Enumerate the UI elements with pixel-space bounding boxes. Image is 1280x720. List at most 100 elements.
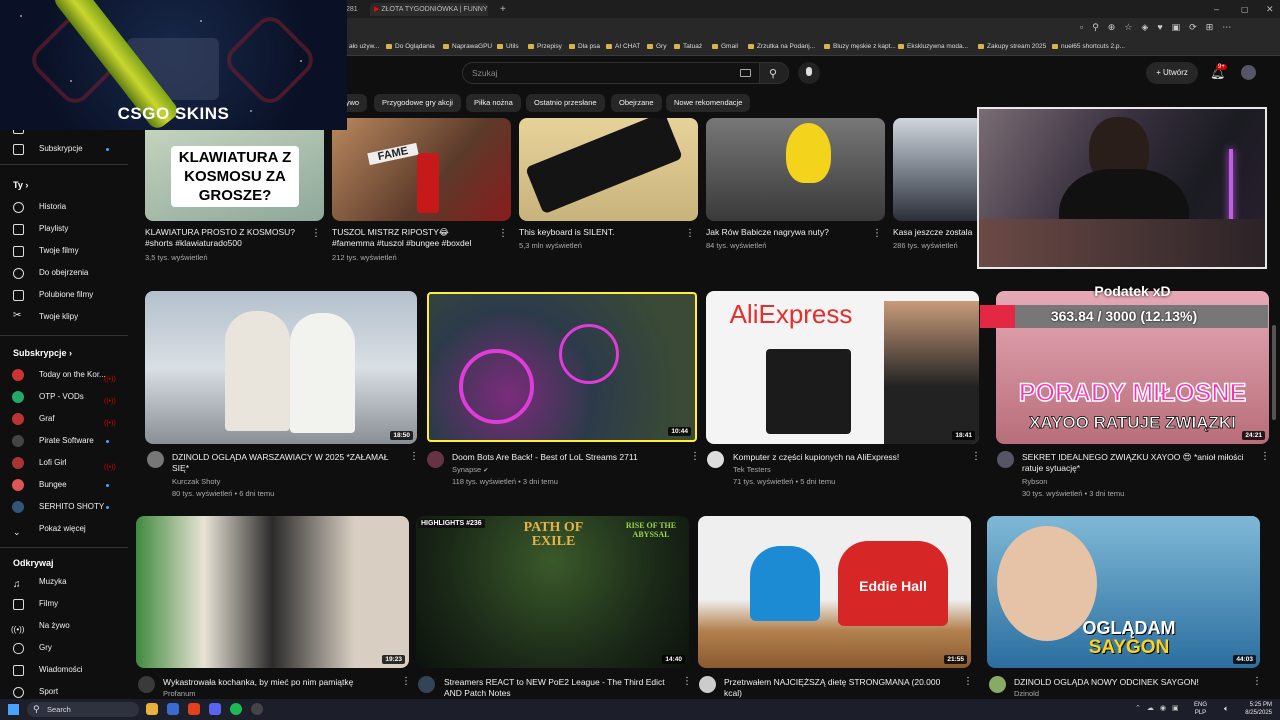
video-title[interactable]: Doom Bots Are Back! - Best of LoL Stream… [452, 452, 680, 463]
bookmark[interactable]: NaprawaGPU [443, 43, 492, 50]
more-options-icon[interactable]: ⋮ [311, 229, 321, 239]
sidebar-item-watch-later[interactable]: Do obejrzenia [0, 263, 128, 283]
system-tray-icons[interactable]: ⌃☁◉▣ [1135, 704, 1185, 712]
microphone-button[interactable] [798, 62, 820, 84]
more-options-icon[interactable]: ⋮ [1260, 452, 1270, 462]
channel-avatar[interactable] [418, 676, 435, 693]
video-title[interactable]: DZINOLD OGLĄDA WARSZAWIACY W 2025 *ZAŁAM… [172, 452, 400, 474]
windows-start-icon[interactable] [8, 704, 19, 715]
video-title[interactable]: SEKRET IDEALNEGO ZWIĄZKU XAYOO 😍 *anioł … [1022, 452, 1250, 474]
taskbar-search[interactable]: ⚲ Search [27, 702, 139, 717]
channel-name[interactable]: Dzinold [1014, 688, 1039, 699]
extension-icons[interactable]: ▫⚲⊕☆◈♥▣⟳⊞⋯ [1080, 22, 1280, 36]
keyboard-icon[interactable] [740, 69, 751, 77]
obs-icon[interactable] [251, 703, 263, 715]
bookmark[interactable]: Ekskluzywna moda... [898, 43, 968, 50]
sidebar-item-news[interactable]: Wiadomości [0, 660, 128, 680]
bookmark[interactable]: Gry [647, 43, 666, 50]
video-title[interactable]: Przetrwałem NAJCIĘŻSZĄ dietę STRONGMANA … [724, 677, 952, 699]
bookmark[interactable]: Przepisy [528, 43, 562, 50]
sidebar-item-history[interactable]: Historia [0, 197, 128, 217]
sidebar-channel[interactable]: Graf ((•)) [0, 409, 128, 429]
video-thumbnail[interactable]: AliExpress 18:41 [706, 291, 979, 444]
sidebar-item-subscriptions[interactable]: Subskrypcje [0, 139, 128, 159]
more-options-icon[interactable]: ⋮ [963, 677, 973, 687]
channel-avatar[interactable] [997, 451, 1014, 468]
discord-icon[interactable] [209, 703, 221, 715]
new-tab-button[interactable]: + [496, 3, 510, 16]
channel-avatar[interactable] [989, 676, 1006, 693]
bookmark[interactable]: nuel65 shortcuts 2.p... [1052, 43, 1125, 50]
avatar[interactable] [1241, 65, 1256, 80]
sidebar-channel[interactable]: Pirate Software [0, 431, 128, 451]
short-thumbnail[interactable] [706, 118, 885, 221]
video-thumbnail[interactable]: HIGHLIGHTS #236 PATH OF EXILE RISE OF TH… [416, 516, 689, 668]
video-title[interactable]: Streamers REACT to NEW PoE2 League - The… [444, 677, 672, 699]
sidebar-item-playlists[interactable]: Playlisty [0, 219, 128, 239]
channel-avatar[interactable] [147, 451, 164, 468]
more-options-icon[interactable]: ⋮ [971, 452, 981, 462]
bookmark[interactable]: Zrzutka na Podanj... [748, 43, 815, 50]
video-title[interactable]: DZINOLD OGLĄDA NOWY ODCINEK SAYGON! [1014, 677, 1242, 688]
more-options-icon[interactable]: ⋮ [498, 229, 508, 239]
video-title[interactable]: Komputer z części kupionych na AliExpres… [733, 452, 961, 463]
video-thumbnail[interactable]: Eddie Hall 21:55 [698, 516, 971, 668]
channel-name[interactable]: Rybson [1022, 476, 1047, 488]
short-title[interactable]: Jak Rów Babicze nagrywa nuty? [706, 227, 866, 238]
video-thumbnail[interactable]: 18:50 [145, 291, 417, 444]
channel-name[interactable]: Tek Testers [733, 464, 771, 476]
channel-avatar[interactable] [699, 676, 716, 693]
channel-avatar[interactable] [707, 451, 724, 468]
sidebar-item-movies[interactable]: Filmy [0, 594, 128, 614]
video-thumbnail[interactable]: 19:23 [136, 516, 409, 668]
sidebar-item-your-clips[interactable]: ✂ Twoje klipy [0, 307, 128, 327]
scrollbar-thumb[interactable] [1272, 325, 1276, 420]
sidebar-item-music[interactable]: ♫ Muzyka [0, 572, 128, 592]
bookmark[interactable]: Dla psa [569, 43, 600, 50]
sidebar-item-gaming[interactable]: Gry [0, 638, 128, 658]
chip[interactable]: Nowe rekomendacje [666, 94, 751, 112]
short-thumbnail[interactable]: KLAWIATURA Z KOSMOSU ZA GROSZE? [145, 118, 324, 221]
sidebar-item-your-videos[interactable]: Twoje filmy [0, 241, 128, 261]
minimize-icon[interactable]: – [1210, 3, 1223, 16]
short-title[interactable]: KLAWIATURA PROSTO Z KOSMOSU? #shorts #kl… [145, 227, 305, 249]
spotify-icon[interactable] [230, 703, 242, 715]
brave-browser-icon[interactable] [188, 703, 200, 715]
sidebar-channel[interactable]: Lofi Girl ((•)) [0, 453, 128, 473]
video-thumbnail[interactable]: 10:44 [427, 292, 697, 442]
short-thumbnail[interactable] [893, 118, 983, 221]
more-options-icon[interactable]: ⋮ [685, 229, 695, 239]
file-explorer-icon[interactable] [146, 703, 158, 715]
video-title[interactable]: Wykastrowała kochanka, by mieć po nim pa… [163, 677, 391, 688]
bookmark[interactable]: Do Oglądania [386, 43, 435, 50]
language-indicator[interactable]: ENG PLP [1194, 701, 1207, 717]
bookmark[interactable]: Zakupy stream 2025 [978, 43, 1046, 50]
channel-name[interactable]: Profanum [163, 688, 196, 699]
bookmark[interactable]: Bluzy męskie z kapt... [824, 43, 896, 50]
store-icon[interactable] [167, 703, 179, 715]
video-thumbnail[interactable]: OGLĄDAM SAYGON 44:03 [987, 516, 1260, 668]
more-options-icon[interactable]: ⋮ [1252, 677, 1262, 687]
sidebar-item-live[interactable]: ((•)) Na żywo [0, 616, 128, 636]
chip[interactable]: Piłka nożna [466, 94, 521, 112]
bookmark[interactable]: Gmail [712, 43, 738, 50]
chip[interactable]: Przygodowe gry akcji [374, 94, 461, 112]
clock[interactable]: 5:25 PM 8/25/2025 [1236, 701, 1272, 717]
channel-avatar[interactable] [427, 451, 444, 468]
short-thumbnail[interactable] [519, 118, 698, 221]
sidebar-item-liked-videos[interactable]: Polubione filmy [0, 285, 128, 305]
short-thumbnail[interactable]: FAME [332, 118, 511, 221]
more-options-icon[interactable]: ⋮ [401, 677, 411, 687]
bookmark[interactable]: AI CHAT [606, 43, 640, 50]
create-button[interactable]: + Utwórz [1146, 62, 1198, 84]
channel-name[interactable]: Kurczak Shoty [172, 476, 220, 488]
close-window-icon[interactable]: ✕ [1262, 3, 1278, 16]
sidebar-channel[interactable]: OTP - VODs ((•)) [0, 387, 128, 407]
sidebar-channel[interactable]: Today on the Kor... ((•)) [0, 365, 128, 385]
subscriptions-section-header[interactable]: Subskrypcje › [13, 348, 72, 358]
channel-avatar[interactable] [138, 676, 155, 693]
bookmark[interactable]: Tatuaż [674, 43, 702, 50]
volume-icon[interactable]: 🔈︎ [1224, 704, 1229, 714]
more-options-icon[interactable]: ⋮ [690, 452, 700, 462]
show-more-button[interactable]: ⌄ Pokaż więcej [0, 519, 128, 539]
